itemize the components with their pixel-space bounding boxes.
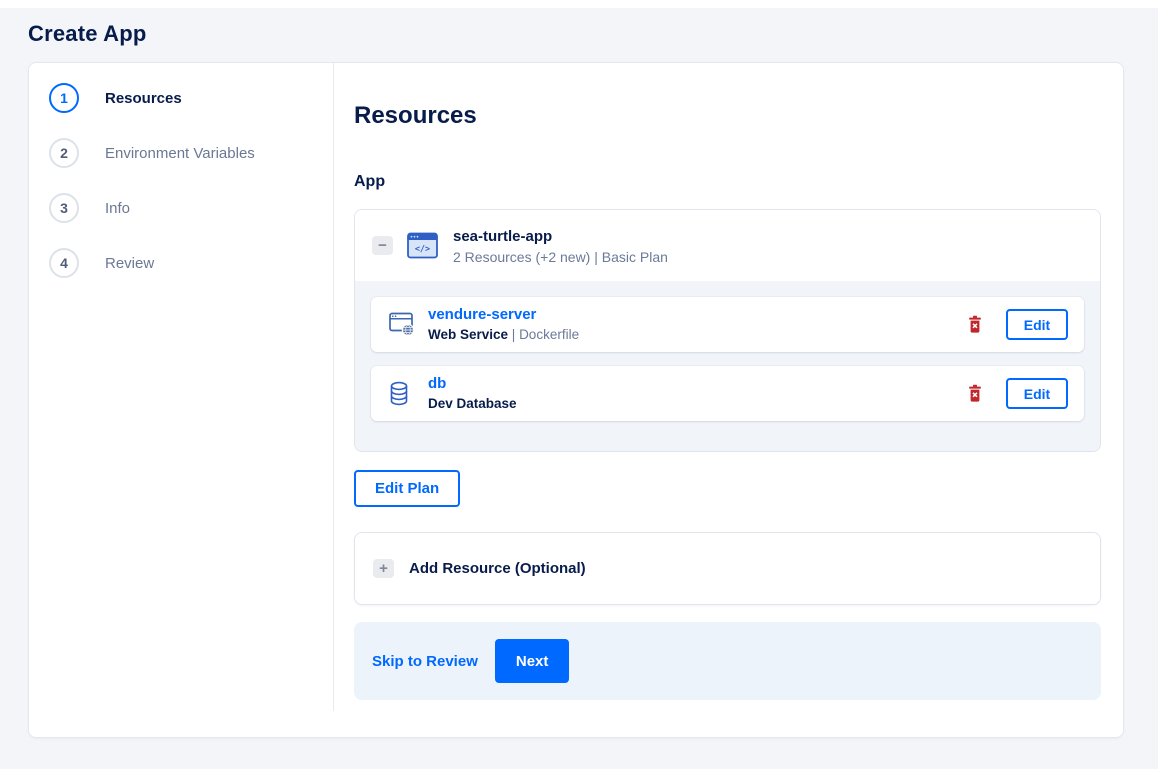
- edit-plan-button[interactable]: Edit Plan: [354, 470, 461, 507]
- resource-detail: Dockerfile: [519, 327, 580, 342]
- resource-subtitle: Dev Database: [428, 395, 517, 412]
- svg-text:</>: </>: [415, 245, 430, 255]
- app-summary: 2 Resources (+2 new) | Basic Plan: [453, 248, 668, 265]
- app-header-text: sea-turtle-app 2 Resources (+2 new) | Ba…: [453, 227, 668, 265]
- resource-separator: |: [508, 327, 520, 342]
- resource-text: vendure-server Web Service | Dockerfile: [428, 306, 579, 343]
- next-button[interactable]: Next: [494, 639, 570, 683]
- step-label: Review: [105, 254, 155, 272]
- step-number-badge: 1: [49, 83, 79, 113]
- step-number-badge: 4: [49, 248, 79, 278]
- resources-heading: Resources: [354, 102, 477, 129]
- resource-actions: Edit: [966, 309, 1068, 340]
- page-title: Create App: [28, 21, 147, 46]
- app-icon: </>: [407, 232, 439, 259]
- minus-icon: −: [378, 237, 387, 254]
- add-resource-section[interactable]: + Add Resource (Optional): [354, 532, 1101, 605]
- collapse-app-button[interactable]: −: [372, 236, 393, 255]
- create-app-wizard-card: 1 Resources 2 Environment Variables 3 In…: [28, 62, 1124, 738]
- delete-resource-button[interactable]: [966, 384, 984, 403]
- edit-resource-button[interactable]: Edit: [1006, 378, 1068, 409]
- wizard-footer: Skip to Review Next: [354, 622, 1101, 700]
- resource-name-link[interactable]: db: [428, 375, 446, 393]
- resource-actions: Edit: [966, 378, 1068, 409]
- step-review[interactable]: 4 Review: [49, 248, 333, 278]
- trash-icon: [969, 384, 981, 402]
- app-resources-panel: vendure-server Web Service | Dockerfile: [355, 281, 1100, 451]
- step-label: Resources: [105, 89, 182, 107]
- expand-add-resource-button[interactable]: +: [373, 559, 394, 578]
- add-resource-label: Add Resource (Optional): [409, 560, 586, 577]
- step-label: Info: [105, 199, 131, 217]
- resource-type: Web Service: [428, 327, 509, 342]
- app-section-label: App: [354, 173, 386, 190]
- resource-row: vendure-server Web Service | Dockerfile: [371, 297, 1084, 352]
- resource-text: db Dev Database: [428, 375, 517, 412]
- trash-icon: [969, 315, 981, 333]
- resource-row: db Dev Database Edit: [371, 366, 1084, 421]
- top-bar: [0, 0, 1158, 8]
- step-label: Environment Variables: [105, 144, 255, 162]
- wizard-steps-sidebar: 1 Resources 2 Environment Variables 3 In…: [29, 63, 334, 711]
- step-resources[interactable]: 1 Resources: [49, 83, 333, 113]
- edit-resource-button[interactable]: Edit: [1006, 309, 1068, 340]
- app-name: sea-turtle-app: [453, 227, 553, 245]
- delete-resource-button[interactable]: [966, 315, 984, 334]
- resource-type: Dev Database: [428, 396, 517, 411]
- database-icon: [389, 381, 417, 407]
- step-number-badge: 2: [49, 138, 79, 168]
- resource-name-link[interactable]: vendure-server: [428, 306, 536, 324]
- web-service-icon: [389, 312, 417, 337]
- plus-icon: +: [379, 560, 388, 577]
- app-card: − </> sea-turtle-app 2 Resources (+2 new…: [354, 209, 1101, 452]
- step-number-badge: 3: [49, 193, 79, 223]
- app-card-header: − </> sea-turtle-app 2 Resources (+2 new…: [355, 210, 1100, 281]
- step-info[interactable]: 3 Info: [49, 193, 333, 223]
- resource-subtitle: Web Service | Dockerfile: [428, 326, 579, 343]
- step-environment-variables[interactable]: 2 Environment Variables: [49, 138, 333, 168]
- skip-to-review-link[interactable]: Skip to Review: [372, 653, 478, 670]
- wizard-step-content: Resources App − </> sea-turtle-app 2 Res…: [334, 63, 1123, 737]
